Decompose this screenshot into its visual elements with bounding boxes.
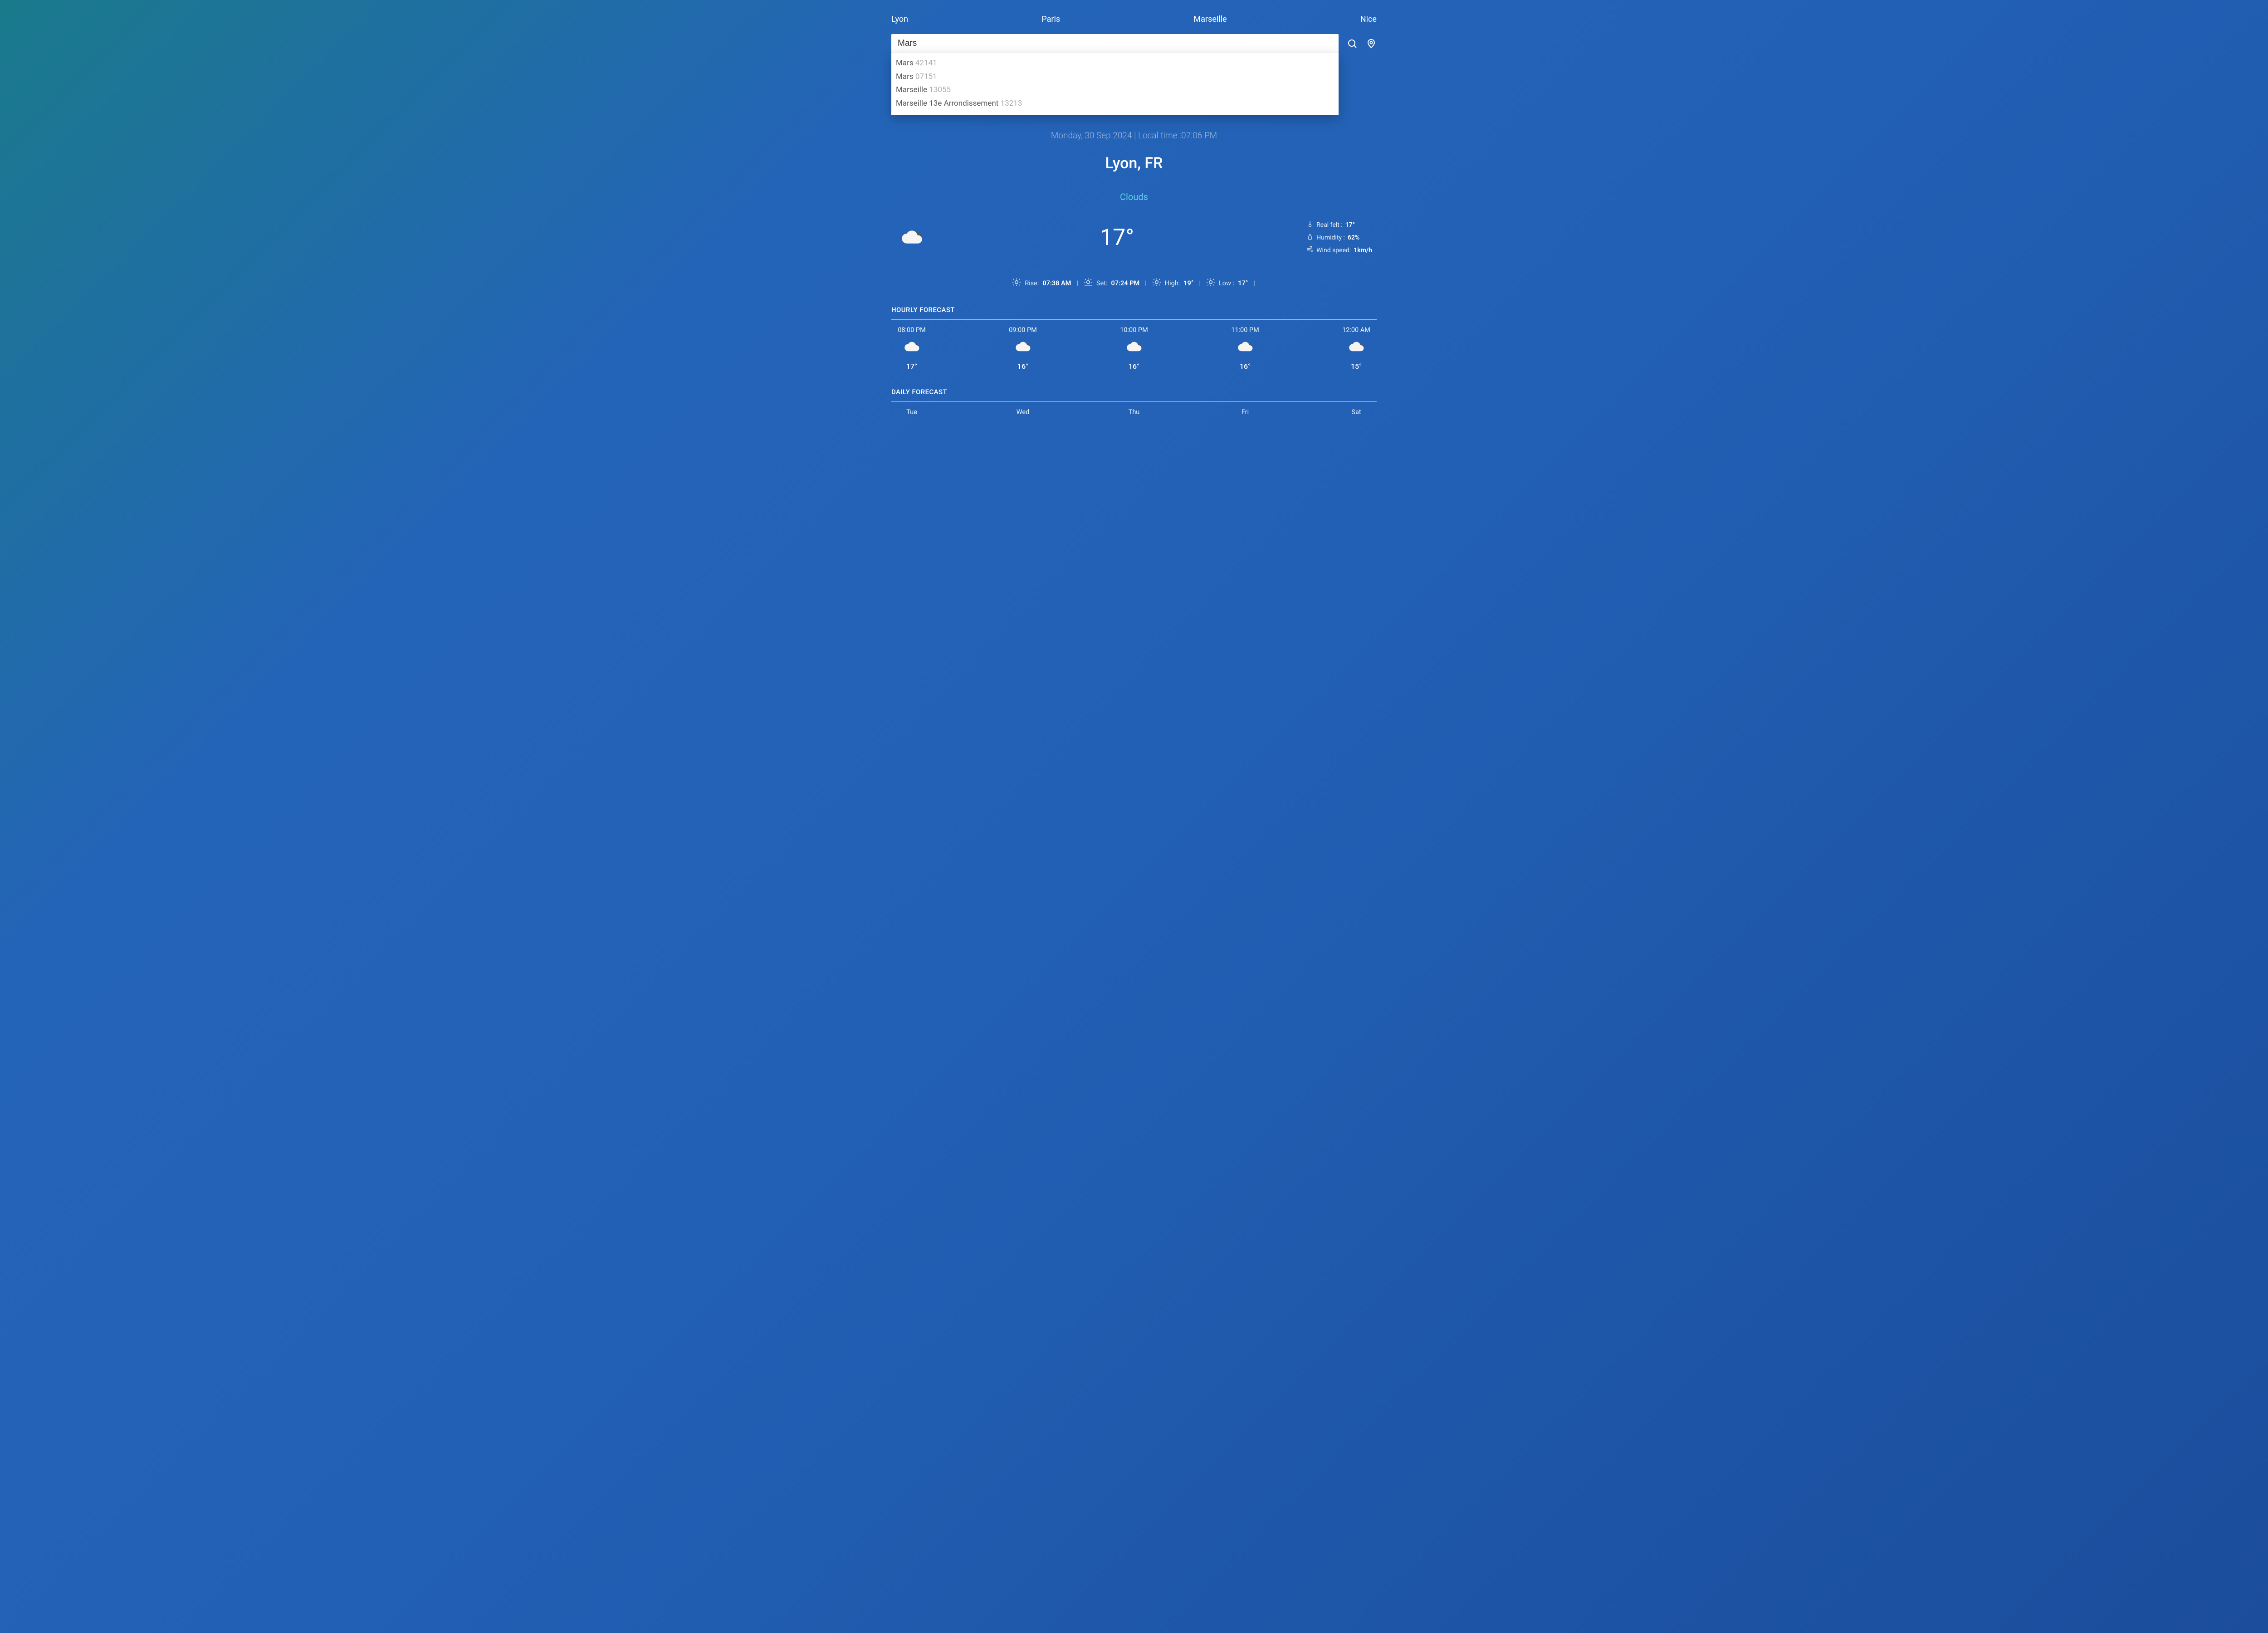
suggestion-code: 42141 xyxy=(915,59,937,68)
high-label: High: xyxy=(1165,279,1180,287)
daily-day: Sat xyxy=(1351,408,1361,416)
hourly-temp: 15° xyxy=(1351,362,1362,371)
cloud-icon xyxy=(902,340,921,356)
divider xyxy=(891,319,1377,320)
wind-row: Wind speed: 1km/h xyxy=(1306,246,1372,255)
hourly-item: 12:00 AM 15° xyxy=(1336,326,1377,371)
suggestion-name: Marseille xyxy=(896,85,927,94)
humidity-label: Humidity : xyxy=(1316,234,1345,241)
low-value: 17° xyxy=(1238,279,1248,287)
city-tabs: Lyon Paris Marseille Nice xyxy=(891,0,1377,34)
sunset-icon xyxy=(1084,278,1093,288)
sunset-label: Set: xyxy=(1096,279,1108,287)
suggestion-item[interactable]: Mars 07151 xyxy=(891,70,1339,84)
daily-day: Wed xyxy=(1017,408,1030,416)
city-tab-lyon[interactable]: Lyon xyxy=(891,15,908,24)
daily-item: Sat xyxy=(1336,408,1377,416)
low-label: Low : xyxy=(1219,279,1234,287)
daily-title: DAILY FORECAST xyxy=(891,388,1377,396)
low-item: Low : 17° xyxy=(1206,278,1248,288)
suggestion-name: Mars xyxy=(896,59,914,68)
current-temp: 17° xyxy=(1100,225,1134,251)
high-item: High: 19° xyxy=(1152,278,1194,288)
real-felt-label: Real felt : xyxy=(1316,221,1343,229)
search-input[interactable] xyxy=(891,34,1339,53)
hourly-item: 11:00 PM 16° xyxy=(1225,326,1266,371)
daily-item: Thu xyxy=(1114,408,1154,416)
suggestion-name: Marseille 13e Arrondissement xyxy=(896,99,998,108)
city-tab-marseille[interactable]: Marseille xyxy=(1193,15,1227,24)
cloud-icon xyxy=(1124,340,1144,356)
current-weather-row: 17° Real felt : 17° Humidity : 62% xyxy=(891,220,1377,255)
wind-value: 1km/h xyxy=(1354,247,1372,254)
daily-item: Fri xyxy=(1225,408,1266,416)
hourly-time: 12:00 AM xyxy=(1342,326,1370,334)
droplet-icon xyxy=(1306,233,1314,242)
cloud-icon xyxy=(1236,340,1255,356)
cloud-icon xyxy=(1013,340,1032,356)
humidity-row: Humidity : 62% xyxy=(1306,233,1372,242)
hourly-forecast-row: 08:00 PM 17° 09:00 PM 16° 10:00 PM 16° 1… xyxy=(891,326,1377,371)
divider xyxy=(891,401,1377,402)
search-suggestions: Mars 42141 Mars 07151 Marseille 13055 Ma… xyxy=(891,53,1339,115)
sun-high-icon xyxy=(1152,278,1161,288)
hourly-item: 08:00 PM 17° xyxy=(891,326,932,371)
daily-forecast-row: Tue Wed Thu Fri Sat xyxy=(891,408,1377,416)
search-row: Mars 42141 Mars 07151 Marseille 13055 Ma… xyxy=(891,34,1377,53)
hourly-item: 10:00 PM 16° xyxy=(1114,326,1154,371)
hourly-title: HOURLY FORECAST xyxy=(891,306,1377,314)
wind-label: Wind speed: xyxy=(1316,247,1351,254)
hourly-temp: 16° xyxy=(1240,362,1251,371)
high-value: 19° xyxy=(1183,279,1193,287)
hourly-temp: 16° xyxy=(1017,362,1028,371)
hourly-temp: 17° xyxy=(906,362,917,371)
thermometer-icon xyxy=(1306,220,1314,230)
suggestion-item[interactable]: Marseille 13055 xyxy=(891,83,1339,97)
sun-low-icon xyxy=(1206,278,1215,288)
daily-day: Tue xyxy=(906,408,917,416)
daily-day: Fri xyxy=(1242,408,1249,416)
separator: | xyxy=(1144,279,1148,287)
humidity-value: 62% xyxy=(1348,234,1359,241)
separator: | xyxy=(1198,279,1202,287)
suggestion-name: Mars xyxy=(896,72,914,81)
sunrise-icon xyxy=(1012,278,1021,288)
datetime-text: Monday, 30 Sep 2024 | Local time :07:06 … xyxy=(891,130,1377,141)
details-column: Real felt : 17° Humidity : 62% Wind spee… xyxy=(1306,220,1372,255)
hourly-time: 08:00 PM xyxy=(898,326,926,334)
wind-icon xyxy=(1306,246,1314,255)
separator: | xyxy=(1252,279,1256,287)
suggestion-item[interactable]: Marseille 13e Arrondissement 13213 xyxy=(891,97,1339,111)
city-tab-nice[interactable]: Nice xyxy=(1360,15,1377,24)
location-title: Lyon, FR xyxy=(891,154,1377,172)
hourly-item: 09:00 PM 16° xyxy=(1002,326,1043,371)
daily-item: Tue xyxy=(891,408,932,416)
search-icon[interactable] xyxy=(1347,38,1358,49)
location-pin-icon[interactable] xyxy=(1366,38,1377,49)
suggestion-item[interactable]: Mars 42141 xyxy=(891,57,1339,70)
sunrise-item: Rise: 07:38 AM xyxy=(1012,278,1071,288)
hourly-time: 10:00 PM xyxy=(1120,326,1148,334)
sunrise-label: Rise: xyxy=(1025,279,1039,287)
hourly-time: 09:00 PM xyxy=(1009,326,1037,334)
hourly-temp: 16° xyxy=(1129,362,1139,371)
real-felt-row: Real felt : 17° xyxy=(1306,220,1372,230)
sun-stats-row: Rise: 07:38 AM | Set: 07:24 PM | High: 1… xyxy=(891,278,1377,288)
suggestion-code: 07151 xyxy=(915,72,937,81)
weather-condition: Clouds xyxy=(891,191,1377,202)
sunset-item: Set: 07:24 PM xyxy=(1084,278,1139,288)
sunset-value: 07:24 PM xyxy=(1111,279,1140,287)
cloud-icon xyxy=(1347,340,1366,356)
cloud-icon xyxy=(896,229,928,247)
suggestion-code: 13213 xyxy=(1001,99,1022,108)
search-wrap: Mars 42141 Mars 07151 Marseille 13055 Ma… xyxy=(891,34,1339,53)
city-tab-paris[interactable]: Paris xyxy=(1041,15,1060,24)
real-felt-value: 17° xyxy=(1345,221,1355,229)
hourly-time: 11:00 PM xyxy=(1231,326,1259,334)
daily-item: Wed xyxy=(1002,408,1043,416)
separator: | xyxy=(1075,279,1079,287)
suggestion-code: 13055 xyxy=(929,85,951,94)
daily-day: Thu xyxy=(1129,408,1140,416)
sunrise-value: 07:38 AM xyxy=(1042,279,1071,287)
